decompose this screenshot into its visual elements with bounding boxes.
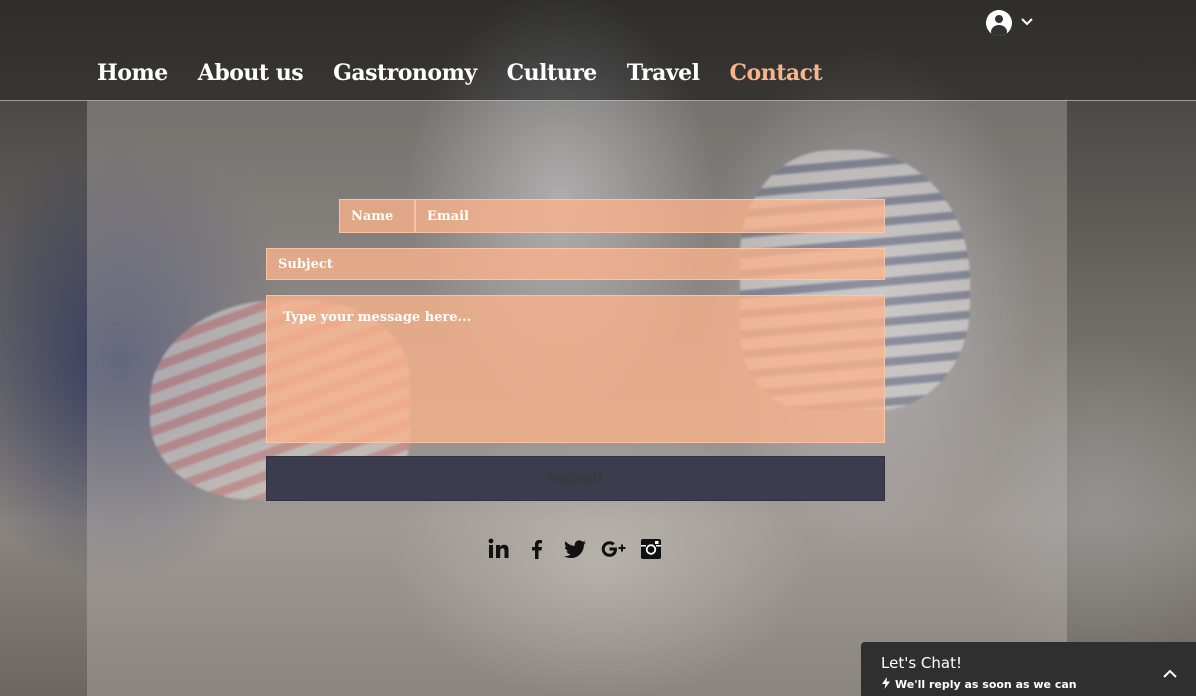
chat-subtitle-row: We'll reply as soon as we can [881,677,1077,692]
main-nav: Home About us Gastronomy Culture Travel … [97,60,823,86]
email-field[interactable]: Email [415,199,885,233]
nav-travel[interactable]: Travel [627,60,700,86]
chat-subtitle: We'll reply as soon as we can [895,678,1077,691]
name-field[interactable]: Name [339,199,415,233]
twitter-icon[interactable] [563,537,587,561]
lightning-icon [881,677,891,692]
google-plus-icon[interactable] [601,537,626,561]
linkedin-icon[interactable] [487,537,511,561]
subject-placeholder: Subject [278,256,333,272]
user-avatar-icon[interactable] [986,10,1012,36]
message-placeholder: Type your message here... [283,310,472,325]
account-menu[interactable] [986,10,1034,36]
chat-widget[interactable]: Let's Chat! We'll reply as soon as we ca… [861,642,1196,696]
nav-contact[interactable]: Contact [730,60,823,86]
chat-title: Let's Chat! [881,654,962,672]
email-placeholder: Email [427,208,469,224]
chevron-up-icon[interactable] [1162,664,1178,683]
facebook-icon[interactable] [525,537,549,561]
submit-button[interactable]: Submit [266,456,885,501]
name-placeholder: Name [351,208,394,224]
nav-about-us[interactable]: About us [198,60,304,86]
chevron-down-icon[interactable] [1020,15,1034,31]
nav-gastronomy[interactable]: Gastronomy [333,60,477,86]
instagram-icon[interactable] [639,537,663,561]
message-textarea[interactable]: Type your message here... [266,295,885,443]
nav-culture[interactable]: Culture [507,60,598,86]
site-header: Home About us Gastronomy Culture Travel … [0,0,1196,101]
social-bar [487,537,663,561]
nav-home[interactable]: Home [97,60,168,86]
subject-field[interactable]: Subject [266,248,885,280]
